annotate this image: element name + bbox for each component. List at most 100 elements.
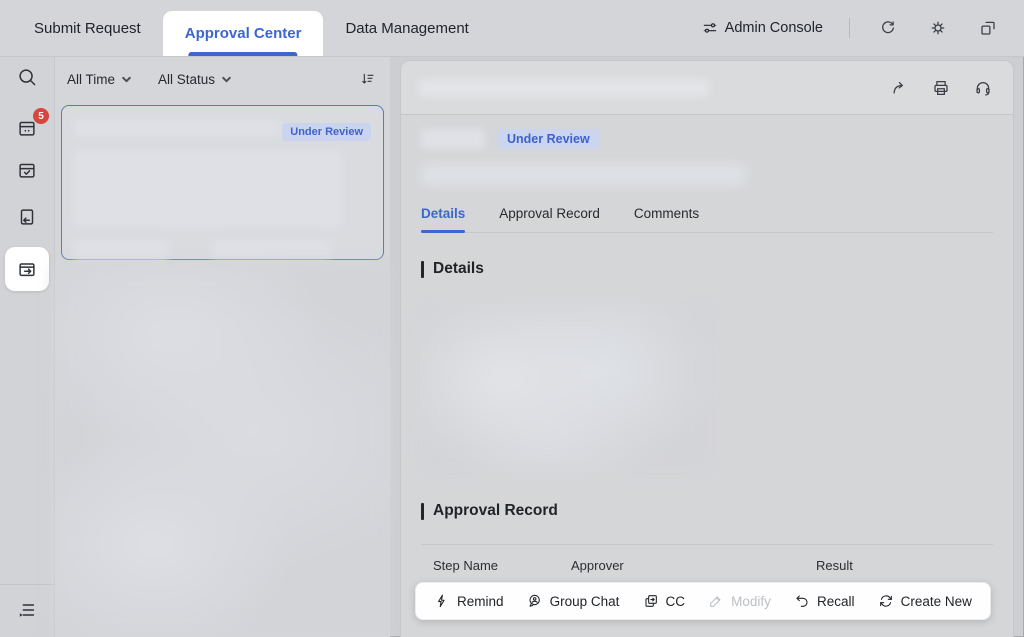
approval-record-section-title: Approval Record — [433, 502, 558, 520]
sidebar-search-button[interactable] — [14, 64, 40, 90]
app-window: Submit Request Approval Center Data Mana… — [0, 0, 1024, 637]
popout-icon — [979, 19, 997, 37]
received-doc-icon — [16, 206, 38, 228]
card-status-badge: Under Review — [282, 123, 371, 141]
approval-record-section-heading: Approval Record — [421, 502, 993, 520]
sort-descending-icon — [360, 71, 376, 87]
blurred-requester-name — [421, 129, 485, 149]
create-new-button[interactable]: Create New — [878, 593, 972, 609]
blurred-detail-subtitle — [421, 164, 746, 186]
detail-tab-bar: Details Approval Record Comments — [421, 206, 993, 233]
admin-console-button[interactable]: Admin Console — [702, 20, 823, 36]
blurred-card-title — [74, 120, 282, 136]
submitted-tray-icon — [16, 258, 38, 280]
refresh-button[interactable] — [876, 16, 900, 40]
time-filter-label: All Time — [67, 72, 115, 87]
tab-comments[interactable]: Comments — [634, 206, 699, 232]
remind-label: Remind — [457, 594, 504, 609]
detail-status-badge: Under Review — [497, 129, 600, 149]
detail-header-actions — [887, 76, 995, 100]
blurred-card-body — [74, 150, 342, 228]
admin-console-label: Admin Console — [725, 20, 823, 36]
blurred-details-content — [421, 304, 711, 472]
printer-icon — [932, 79, 950, 97]
active-tab-underline — [188, 52, 297, 56]
print-button[interactable] — [929, 76, 953, 100]
cc-label: CC — [666, 594, 686, 609]
group-chat-label: Group Chat — [550, 594, 620, 609]
gear-icon — [929, 19, 947, 37]
left-sidebar: 5 — [0, 57, 55, 637]
chevron-down-icon — [221, 74, 232, 85]
refresh-icon — [879, 19, 897, 37]
sidebar-more-button[interactable] — [14, 597, 40, 623]
blurred-list-content — [55, 266, 390, 637]
column-approver: Approver — [571, 558, 816, 573]
top-tab-bar: Submit Request Approval Center Data Mana… — [0, 0, 491, 56]
column-step-name: Step Name — [433, 558, 571, 573]
column-result: Result — [816, 558, 993, 573]
settings-button[interactable] — [926, 16, 950, 40]
approval-request-card[interactable]: Under Review — [61, 105, 384, 260]
headset-icon — [974, 79, 992, 97]
pencil-icon — [708, 593, 724, 609]
notification-badge: 5 — [33, 108, 49, 124]
list-filter-bar: All Time All Status — [55, 57, 390, 101]
group-chat-icon — [527, 593, 543, 609]
modify-button[interactable]: Modify — [708, 593, 771, 609]
section-heading-bar — [421, 261, 424, 278]
sort-button[interactable] — [360, 71, 376, 87]
tab-submit-request[interactable]: Submit Request — [12, 0, 163, 56]
tab-approval-center[interactable]: Approval Center — [163, 11, 324, 56]
sidebar-item-pending[interactable]: 5 — [14, 115, 40, 141]
modify-label: Modify — [731, 594, 771, 609]
details-section-title: Details — [433, 260, 484, 278]
support-button[interactable] — [971, 76, 995, 100]
recall-button[interactable]: Recall — [794, 593, 855, 609]
blurred-card-footer-left — [74, 240, 169, 260]
sidebar-item-submitted[interactable] — [5, 247, 49, 291]
recall-label: Recall — [817, 594, 855, 609]
approval-detail-panel: Under Review Details Approval Record Com… — [400, 60, 1014, 637]
action-toolbar: Remind Group Chat — [415, 582, 991, 620]
sliders-icon — [702, 20, 718, 36]
share-button[interactable] — [887, 76, 911, 100]
approval-list-panel: All Time All Status Under Review — [55, 57, 390, 637]
share-icon — [890, 79, 908, 97]
top-bar: Submit Request Approval Center Data Mana… — [0, 0, 1024, 57]
tab-approval-center-label: Approval Center — [185, 25, 302, 42]
chevron-down-icon — [121, 74, 132, 85]
refresh-cw-icon — [878, 593, 894, 609]
detail-content: Under Review Details Approval Record Com… — [401, 115, 1013, 637]
create-new-label: Create New — [901, 594, 972, 609]
time-filter-dropdown[interactable]: All Time — [67, 72, 132, 87]
blurred-detail-title — [419, 79, 709, 97]
tab-details[interactable]: Details — [421, 206, 465, 232]
remind-button[interactable]: Remind — [434, 593, 504, 609]
search-icon — [16, 66, 38, 88]
menu-list-icon — [16, 599, 38, 621]
sidebar-divider — [0, 584, 55, 585]
cc-icon — [643, 593, 659, 609]
app-body: 5 — [0, 57, 1024, 637]
record-table-header: Step Name Approver Result — [421, 558, 993, 573]
status-filter-label: All Status — [158, 72, 215, 87]
undo-icon — [794, 593, 810, 609]
popout-window-button[interactable] — [976, 16, 1000, 40]
tab-data-management[interactable]: Data Management — [323, 0, 490, 56]
card-footer — [74, 240, 371, 260]
details-section-heading: Details — [421, 260, 993, 278]
detail-status-row: Under Review — [421, 129, 993, 149]
sidebar-item-approved[interactable] — [14, 157, 40, 183]
tab-approval-record[interactable]: Approval Record — [499, 206, 600, 232]
approved-tray-icon — [16, 159, 38, 181]
status-filter-dropdown[interactable]: All Status — [158, 72, 232, 87]
lightning-icon — [434, 593, 450, 609]
topbar-divider — [849, 18, 850, 38]
section-heading-bar — [421, 503, 424, 520]
group-chat-button[interactable]: Group Chat — [527, 593, 620, 609]
detail-header — [401, 61, 1013, 115]
topbar-actions: Admin Console — [702, 0, 1024, 56]
cc-button[interactable]: CC — [643, 593, 686, 609]
sidebar-item-received[interactable] — [14, 204, 40, 230]
